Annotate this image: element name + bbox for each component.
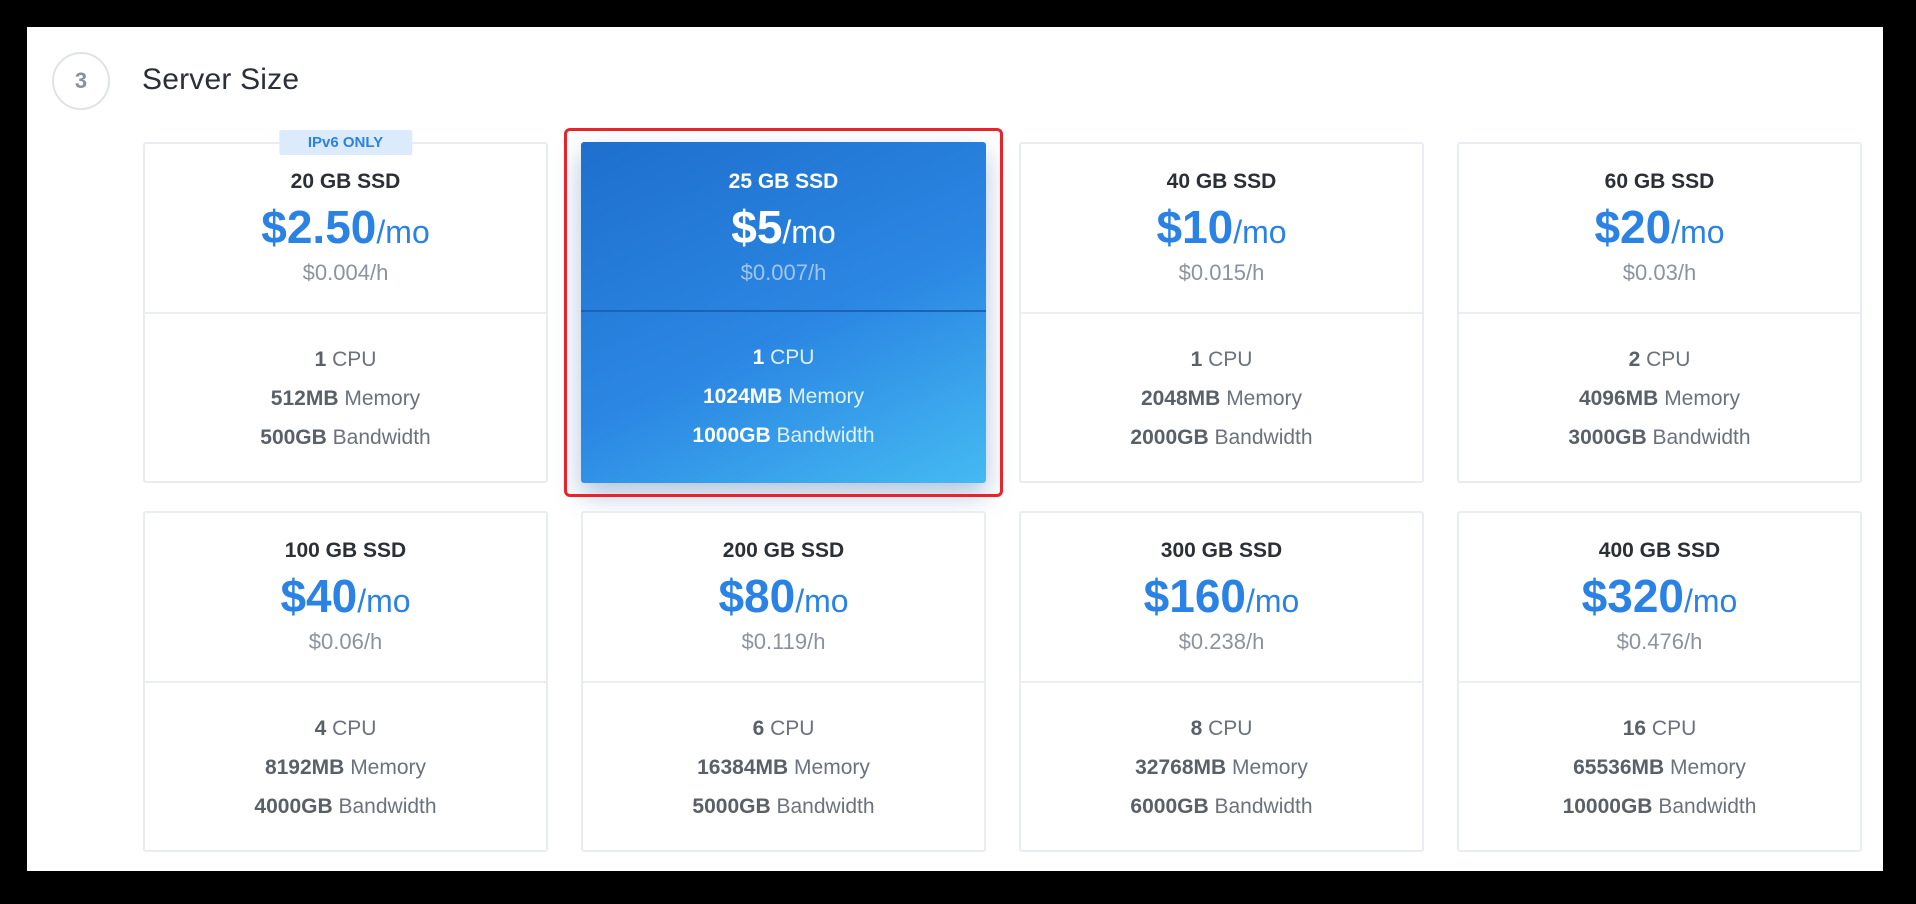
price-amount: $20 [1594,201,1672,253]
plan-specs: 2 CPU 4096MB Memory 3000GB Bandwidth [1459,314,1860,481]
plan-hourly-price: $0.03/h [1622,260,1697,285]
plan-card-60gb[interactable]: 60 GB SSD $20/mo $0.03/h 2 CPU 4096MB Me… [1457,142,1862,483]
step-number-badge: 3 [52,52,110,110]
spec-cpu: 1 CPU [752,346,815,369]
spec-bandwidth: 6000GB Bandwidth [1130,795,1313,818]
spec-bandwidth: 4000GB Bandwidth [254,795,437,818]
plan-hourly-price: $0.119/h [741,629,826,654]
plan-monthly-price: $2.50/mo [261,204,429,250]
ipv6-only-badge: IPv6 ONLY [278,130,413,155]
plan-hourly-price: $0.06/h [308,629,383,654]
spec-bandwidth: 10000GB Bandwidth [1562,795,1757,818]
plan-grid: IPv6 ONLY 20 GB SSD $2.50/mo $0.004/h 1 … [143,128,1862,852]
plan-card-400gb[interactable]: 400 GB SSD $320/mo $0.476/h 16 CPU 65536… [1457,511,1862,852]
plan-monthly-price: $20/mo [1594,204,1724,250]
plan-pricing: 200 GB SSD $80/mo $0.119/h [583,513,984,683]
plan-card-40gb[interactable]: 40 GB SSD $10/mo $0.015/h 1 CPU 2048MB M… [1019,142,1424,483]
plan-card-300gb[interactable]: 300 GB SSD $160/mo $0.238/h 8 CPU 32768M… [1019,511,1424,852]
spec-cpu: 2 CPU [1628,348,1691,371]
plan-card-20gb[interactable]: IPv6 ONLY 20 GB SSD $2.50/mo $0.004/h 1 … [143,130,548,483]
price-amount: $80 [718,570,796,622]
plan-specs: 8 CPU 32768MB Memory 6000GB Bandwidth [1021,683,1422,850]
price-amount: $10 [1156,201,1234,253]
plan-disk-size: 300 GB SSD [1160,539,1283,562]
plan-pricing: 40 GB SSD $10/mo $0.015/h [1021,144,1422,314]
price-amount: $5 [731,201,783,253]
plan-disk-size: 25 GB SSD [728,170,839,193]
plan-specs: 1 CPU 512MB Memory 500GB Bandwidth [145,314,546,481]
section-title: Server Size [142,63,300,96]
plan-disk-size: 40 GB SSD [1166,170,1277,193]
spec-cpu: 6 CPU [752,717,815,740]
spec-memory: 1024MB Memory [702,385,865,408]
plan-specs: 16 CPU 65536MB Memory 10000GB Bandwidth [1459,683,1860,850]
plan-monthly-price: $80/mo [718,573,848,619]
spec-bandwidth: 5000GB Bandwidth [692,795,875,818]
plan-disk-size: 100 GB SSD [284,539,407,562]
price-period: /mo [1671,214,1725,250]
spec-cpu: 1 CPU [1190,348,1253,371]
price-amount: $40 [280,570,358,622]
plan-pricing: 100 GB SSD $40/mo $0.06/h [145,513,546,683]
spec-cpu: 8 CPU [1190,717,1253,740]
price-amount: $2.50 [261,201,377,253]
plan-disk-size: 20 GB SSD [290,170,401,193]
plan-card-100gb[interactable]: 100 GB SSD $40/mo $0.06/h 4 CPU 8192MB M… [143,511,548,852]
spec-memory: 8192MB Memory [264,756,427,779]
plan-monthly-price: $160/mo [1144,573,1300,619]
spec-memory: 512MB Memory [270,387,421,410]
plan-pricing: 300 GB SSD $160/mo $0.238/h [1021,513,1422,683]
plan-pricing: 20 GB SSD $2.50/mo $0.004/h [145,144,546,314]
plan-pricing: 25 GB SSD $5/mo $0.007/h [581,142,986,312]
plan-pricing: 400 GB SSD $320/mo $0.476/h [1459,513,1860,683]
spec-bandwidth: 3000GB Bandwidth [1568,426,1751,449]
price-period: /mo [357,583,411,619]
plan-monthly-price: $320/mo [1582,573,1738,619]
plan-disk-size: 200 GB SSD [722,539,845,562]
price-period: /mo [1246,583,1300,619]
price-amount: $160 [1143,570,1246,622]
spec-memory: 65536MB Memory [1573,756,1746,779]
spec-cpu: 1 CPU [314,348,377,371]
plan-disk-size: 60 GB SSD [1604,170,1715,193]
plan-hourly-price: $0.004/h [302,260,389,285]
price-period: /mo [795,583,849,619]
plan-monthly-price: $40/mo [280,573,410,619]
plan-card-200gb[interactable]: 200 GB SSD $80/mo $0.119/h 6 CPU 16384MB… [581,511,986,852]
plan-monthly-price: $10/mo [1156,204,1286,250]
spec-memory: 4096MB Memory [1578,387,1741,410]
plan-hourly-price: $0.238/h [1178,629,1265,654]
spec-cpu: 4 CPU [314,717,377,740]
price-period: /mo [782,214,836,250]
price-amount: $320 [1581,570,1684,622]
spec-memory: 32768MB Memory [1135,756,1308,779]
plan-pricing: 60 GB SSD $20/mo $0.03/h [1459,144,1860,314]
plan-specs: 1 CPU 2048MB Memory 2000GB Bandwidth [1021,314,1422,481]
spec-bandwidth: 1000GB Bandwidth [692,424,875,447]
price-period: /mo [1684,583,1738,619]
spec-bandwidth: 500GB Bandwidth [260,426,431,449]
server-size-panel: 3 Server Size IPv6 ONLY 20 GB SSD $2.50/… [27,27,1883,871]
plan-specs: 4 CPU 8192MB Memory 4000GB Bandwidth [145,683,546,850]
plan-hourly-price: $0.476/h [1616,629,1703,654]
plan-specs: 1 CPU 1024MB Memory 1000GB Bandwidth [581,312,986,483]
price-period: /mo [376,214,430,250]
plan-disk-size: 400 GB SSD [1598,539,1721,562]
spec-cpu: 16 CPU [1622,717,1697,740]
spec-bandwidth: 2000GB Bandwidth [1130,426,1313,449]
plan-card-25gb[interactable]: 25 GB SSD $5/mo $0.007/h 1 CPU 1024MB Me… [564,128,1003,497]
plan-monthly-price: $5/mo [731,204,836,250]
plan-hourly-price: $0.015/h [1178,260,1265,285]
spec-memory: 16384MB Memory [697,756,870,779]
plan-hourly-price: $0.007/h [740,260,827,285]
spec-memory: 2048MB Memory [1140,387,1303,410]
plan-specs: 6 CPU 16384MB Memory 5000GB Bandwidth [583,683,984,850]
price-period: /mo [1233,214,1287,250]
